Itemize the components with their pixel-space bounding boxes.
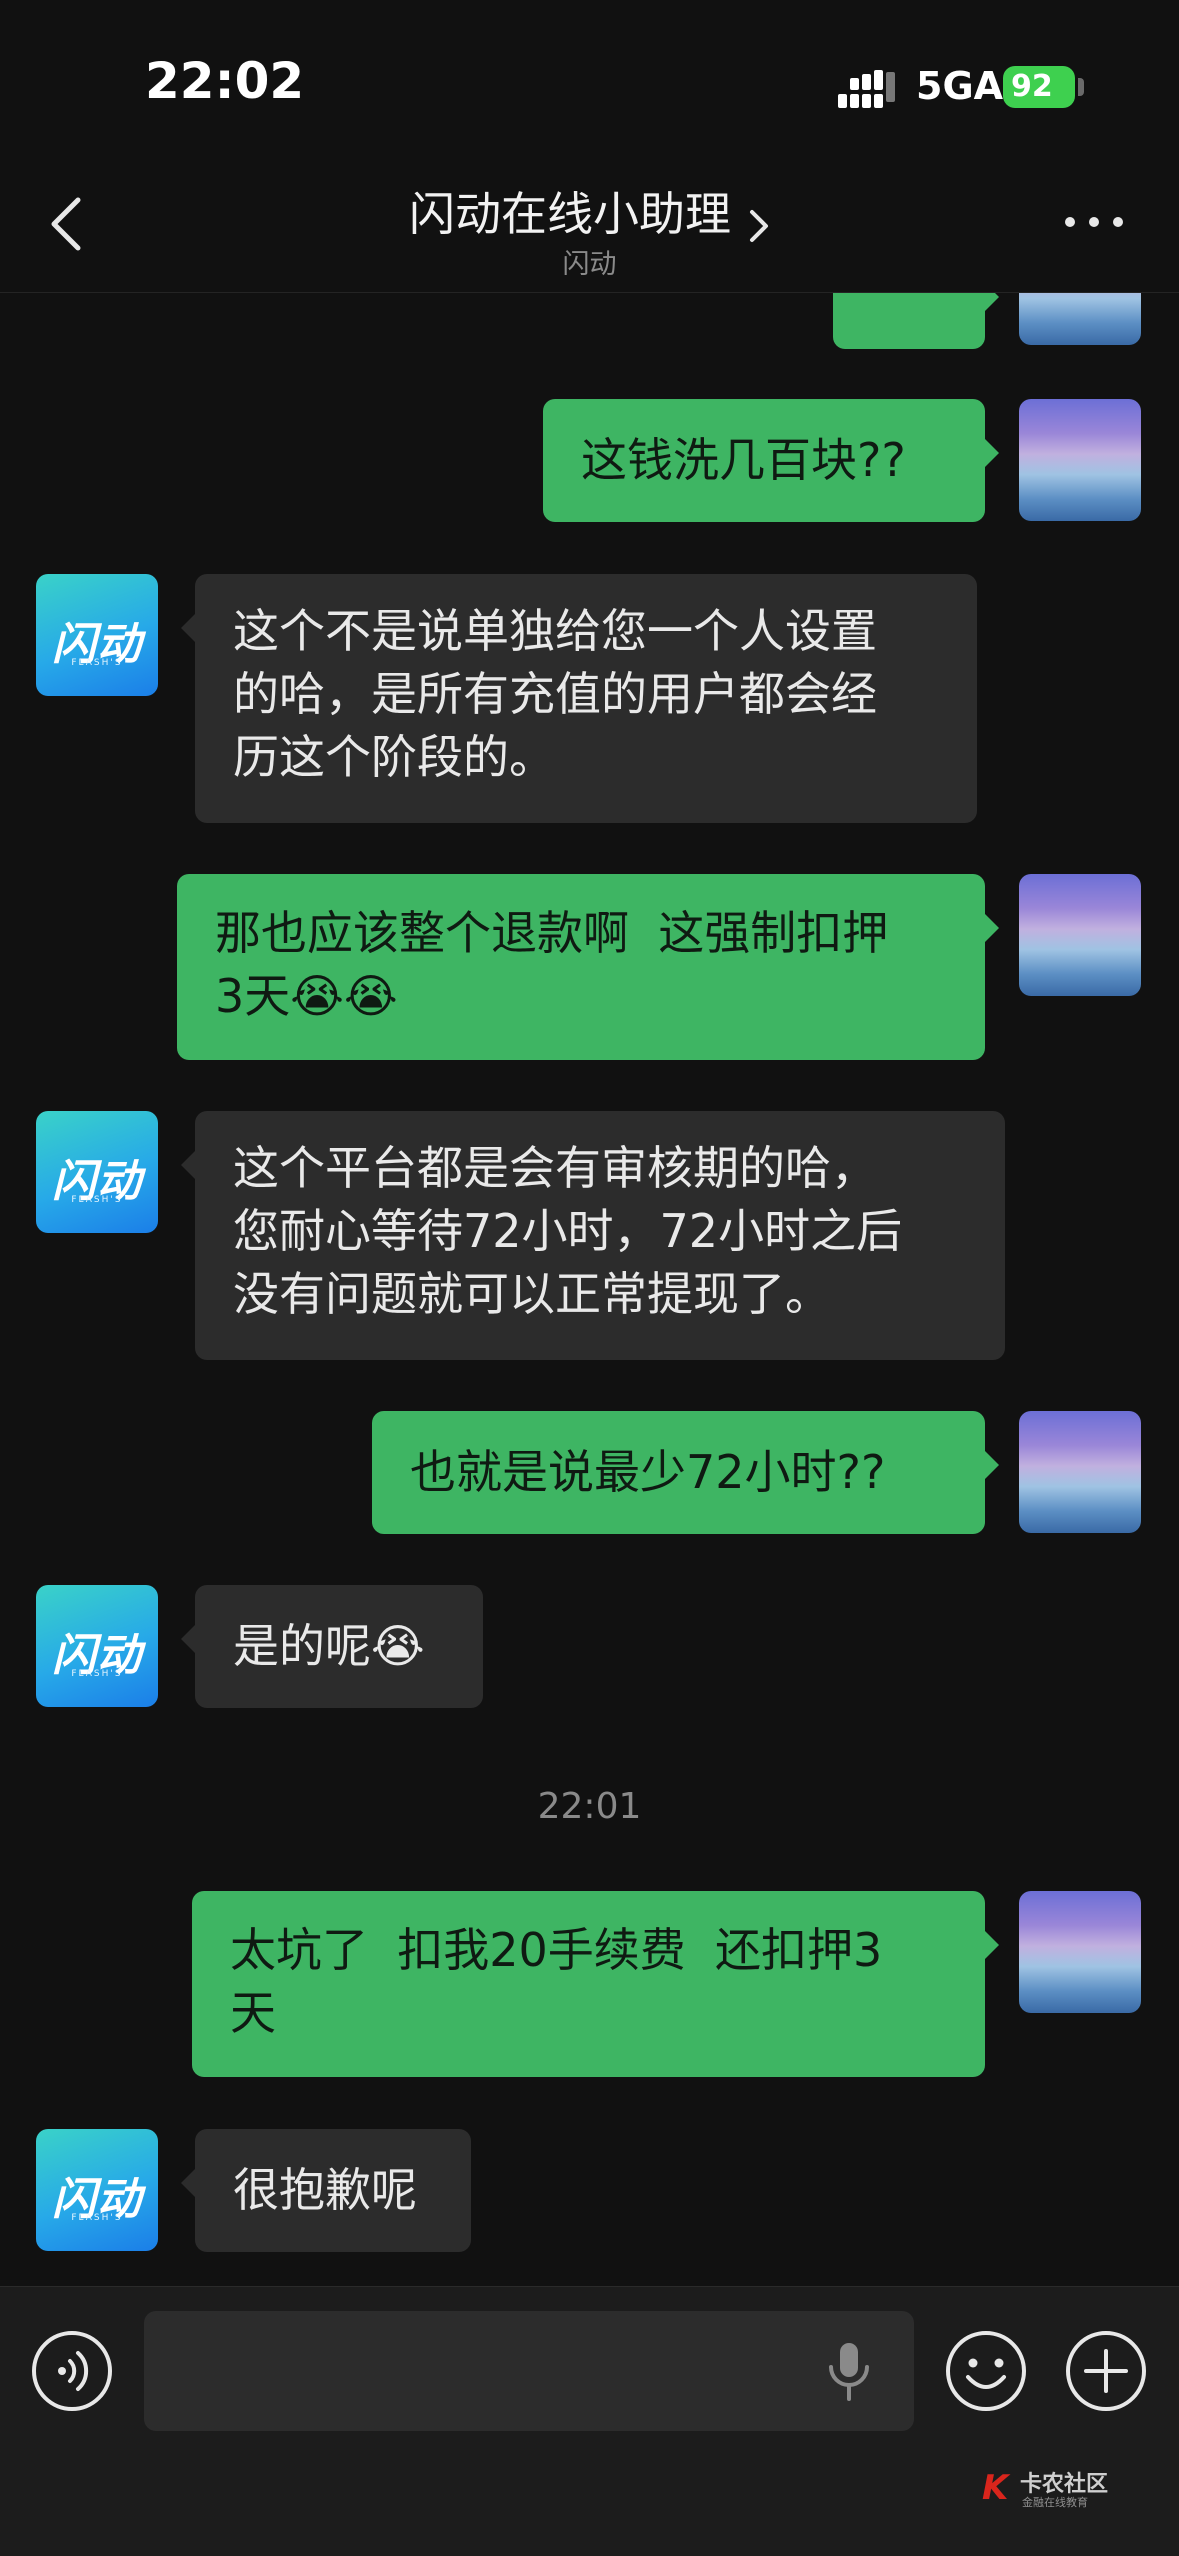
bot-avatar[interactable]: 闪动 FLASH'S (36, 1585, 158, 1707)
my-avatar[interactable] (1019, 874, 1141, 996)
bubble-tail (985, 1451, 999, 1479)
watermark-mark: K (982, 2468, 1009, 2508)
bubble-tail (985, 1931, 999, 1959)
message-bubble-bot[interactable]: 是的呢😭 (195, 1585, 483, 1708)
emoji-icon[interactable] (944, 2329, 1028, 2413)
nav-bar: 闪动在线小助理 闪动 (0, 150, 1179, 293)
voice-mode-icon[interactable] (30, 2329, 114, 2413)
chat-screen: 22:02 5GA 92 闪动在线小助理 闪动 这钱洗几百块?? 闪动 FLAS… (0, 0, 1179, 2556)
message-bubble-bot[interactable]: 这个平台都是会有审核期的哈， 您耐心等待72小时，72小时之后 没有问题就可以正… (195, 1111, 1005, 1360)
input-bar (0, 2286, 1179, 2556)
bot-avatar[interactable]: 闪动 FLASH'S (36, 2129, 158, 2251)
bot-avatar[interactable]: 闪动 FLASH'S (36, 574, 158, 696)
battery-indicator: 92 (1003, 66, 1075, 108)
status-time: 22:02 (145, 52, 305, 110)
bubble-tail (985, 439, 999, 467)
message-bubble-me[interactable]: 也就是说最少72小时?? (372, 1411, 985, 1534)
bot-logo-subtext: FLASH'S (71, 1195, 123, 1205)
message-bubble-bot[interactable]: 这个不是说单独给您一个人设置 的哈，是所有充值的用户都会经 历这个阶段的。 (195, 574, 977, 823)
bubble-tail (181, 2169, 195, 2197)
battery-cap (1078, 78, 1084, 96)
my-avatar[interactable] (1019, 399, 1141, 521)
watermark-logo: K 卡农社区 金融在线教育 (982, 2466, 1172, 2510)
watermark-subtext: 金融在线教育 (1022, 2496, 1088, 2509)
signal-icon (838, 70, 895, 108)
bubble-tail (985, 293, 999, 311)
bot-logo-subtext: FLASH'S (71, 2213, 123, 2223)
my-avatar[interactable] (1019, 293, 1141, 345)
message-input[interactable] (144, 2311, 914, 2431)
message-bubble-me[interactable]: 那也应该整个退款啊 这强制扣押 3天😭😭 (177, 874, 985, 1060)
plus-icon[interactable] (1064, 2329, 1148, 2413)
chevron-right-icon (750, 209, 769, 242)
network-type: 5GA (916, 64, 1004, 108)
nav-subtitle: 闪动 (562, 249, 617, 280)
bubble-tail (985, 914, 999, 942)
message-bubble-bot[interactable]: 很抱歉呢 (195, 2129, 471, 2252)
message-bubble-me[interactable]: 诶 (833, 293, 985, 349)
my-avatar[interactable] (1019, 1411, 1141, 1533)
time-divider: 22:01 (537, 1786, 642, 1827)
message-bubble-me[interactable]: 太坑了 扣我20手续费 还扣押3 天 (192, 1891, 985, 2077)
bot-logo-subtext: FLASH'S (71, 1669, 123, 1679)
status-bar: 22:02 5GA 92 (0, 0, 1179, 150)
message-list[interactable]: 诶 这钱洗几百块?? 闪动 FLASH'S 这个不是说单独给您一个人设置 的哈，… (0, 293, 1179, 2285)
nav-title-group[interactable]: 闪动在线小助理 (0, 178, 1179, 244)
microphone-icon[interactable] (824, 2341, 874, 2403)
bubble-tail (181, 614, 195, 642)
bubble-tail (181, 1625, 195, 1653)
nav-title[interactable]: 闪动在线小助理 (409, 187, 731, 241)
my-avatar[interactable] (1019, 1891, 1141, 2013)
bot-avatar[interactable]: 闪动 FLASH'S (36, 1111, 158, 1233)
more-icon[interactable] (1062, 212, 1126, 232)
message-bubble-me[interactable]: 这钱洗几百块?? (543, 399, 985, 522)
battery-level: 92 (1011, 69, 1053, 104)
bubble-tail (181, 1151, 195, 1179)
bot-logo-subtext: FLASH'S (71, 658, 123, 668)
